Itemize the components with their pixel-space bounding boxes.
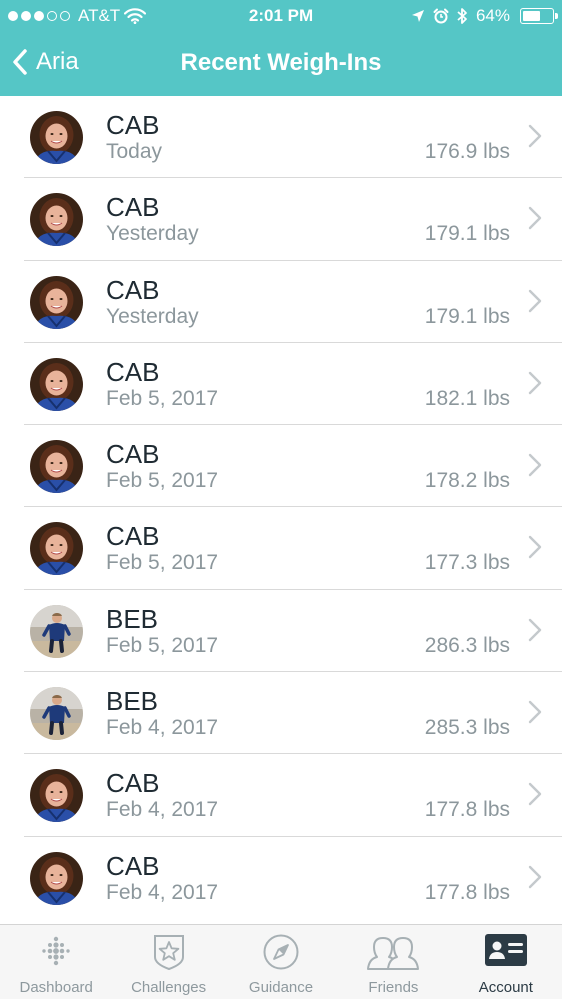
chevron-right-icon	[528, 124, 542, 148]
weigh-in-row[interactable]: BEB Feb 5, 2017 286.3 lbs	[24, 590, 562, 673]
weigh-in-user-name: BEB	[106, 686, 159, 717]
battery-fill	[523, 11, 541, 21]
tab-friends[interactable]: Friends	[337, 925, 449, 999]
weigh-in-weight: 177.3 lbs	[424, 551, 510, 575]
weigh-in-user-name: CAB	[106, 521, 160, 552]
tab-label: Friends	[368, 979, 419, 996]
weigh-in-weight: 177.8 lbs	[424, 880, 510, 904]
header: AT&T 2:01 PM 64% Aria Recent Weigh-Ins	[0, 0, 562, 96]
weigh-in-user-name: CAB	[106, 356, 160, 387]
chevron-right-icon	[528, 207, 542, 230]
weigh-in-date: Feb 4, 2017	[106, 880, 219, 904]
cab-avatar	[30, 193, 83, 247]
page-title: Recent Weigh-Ins	[180, 49, 382, 76]
weigh-in-date: Feb 5, 2017	[106, 469, 219, 493]
weigh-in-date: Feb 4, 2017	[106, 716, 219, 740]
chevron-right-icon	[528, 618, 542, 641]
weigh-in-date: Yesterday	[106, 222, 199, 246]
weigh-in-date: Yesterday	[106, 304, 199, 328]
tab-label: Account	[478, 979, 533, 996]
chevron-right-icon	[528, 289, 542, 312]
weigh-in-user-name: CAB	[106, 439, 160, 470]
chevron-right-icon	[528, 453, 542, 477]
cab-avatar	[30, 111, 83, 164]
friends-icon	[366, 933, 420, 976]
chevron-right-icon	[528, 536, 542, 559]
chevron-right-icon	[528, 371, 542, 395]
weigh-in-date: Today	[106, 140, 163, 163]
weigh-in-row[interactable]: CAB Yesterday 179.1 lbs	[24, 261, 562, 343]
chevron-right-icon	[528, 865, 542, 888]
weigh-in-date: Feb 5, 2017	[106, 551, 219, 575]
battery-icon	[520, 8, 558, 24]
status-bar: AT&T 2:01 PM 64%	[0, 0, 562, 32]
location-arrow-icon	[411, 10, 424, 22]
weigh-in-row[interactable]: CAB Yesterday 179.1 lbs	[24, 178, 562, 261]
tab-challenges[interactable]: Challenges	[112, 925, 224, 999]
chevron-right-icon	[528, 700, 542, 724]
weigh-in-date: Feb 5, 2017	[106, 386, 219, 410]
weigh-in-user-name: CAB	[106, 850, 160, 881]
account-card-icon	[484, 933, 528, 972]
tab-label: Challenges	[131, 979, 207, 996]
alarm-clock-icon	[433, 8, 449, 24]
weigh-in-row[interactable]: CAB Feb 5, 2017 177.3 lbs	[24, 507, 562, 590]
weigh-in-list: CAB Today 176.9 lbs CAB Yesterday 179.1 …	[0, 96, 562, 924]
tab-label: Guidance	[248, 979, 314, 996]
weigh-in-user-name: BEB	[106, 603, 159, 634]
status-right: 64%	[411, 6, 558, 26]
weigh-in-weight: 177.8 lbs	[424, 798, 510, 822]
bluetooth-icon	[457, 8, 467, 24]
cab-avatar	[30, 851, 83, 905]
tab-account[interactable]: Account	[450, 925, 562, 999]
compass-icon	[262, 933, 300, 976]
battery-percent: 64%	[475, 6, 510, 25]
weigh-in-weight: 286.3 lbs	[424, 633, 510, 657]
tab-guidance[interactable]: Guidance	[225, 925, 337, 999]
cab-avatar	[30, 357, 83, 411]
weigh-in-weight: 179.1 lbs	[424, 304, 510, 328]
cab-avatar	[30, 275, 83, 329]
weigh-in-weight: 285.3 lbs	[424, 716, 510, 740]
tab-label: Dashboard	[19, 979, 93, 996]
weigh-in-row[interactable]: BEB Feb 4, 2017 285.3 lbs	[24, 672, 562, 755]
cab-avatar	[30, 522, 83, 576]
weigh-in-row[interactable]: CAB Feb 5, 2017 178.2 lbs	[24, 425, 562, 508]
challenges-star-icon	[150, 933, 188, 976]
weigh-in-date: Feb 4, 2017	[106, 798, 219, 822]
weigh-in-row[interactable]: CAB Feb 4, 2017 177.8 lbs	[24, 754, 562, 837]
weigh-in-user-name: CAB	[106, 192, 160, 223]
weigh-in-weight: 176.9 lbs	[424, 140, 510, 163]
weigh-in-weight: 178.2 lbs	[424, 469, 510, 493]
navigation-bar: Aria Recent Weigh-Ins	[0, 32, 562, 96]
weigh-in-weight: 182.1 lbs	[424, 386, 510, 410]
beb-avatar	[30, 687, 83, 741]
weigh-in-row[interactable]: CAB Feb 5, 2017 182.1 lbs	[24, 343, 562, 426]
tab-bar: Dashboard Challenges Guidance Friends Accoun…	[0, 924, 562, 999]
chevron-right-icon	[528, 783, 542, 806]
tab-dashboard[interactable]: Dashboard	[0, 925, 112, 999]
beb-avatar	[30, 604, 83, 658]
weigh-in-user-name: CAB	[106, 110, 160, 140]
weigh-in-user-name: CAB	[106, 274, 160, 305]
weigh-in-weight: 179.1 lbs	[424, 222, 510, 246]
dashboard-icon	[39, 933, 73, 972]
weigh-in-user-name: CAB	[106, 768, 160, 799]
cab-avatar	[30, 440, 83, 494]
weigh-in-row[interactable]: CAB Today 176.9 lbs	[24, 96, 562, 179]
cab-avatar	[30, 769, 83, 823]
weigh-in-date: Feb 5, 2017	[106, 633, 219, 657]
weigh-in-row[interactable]: CAB Feb 4, 2017 177.8 lbs	[24, 837, 562, 919]
